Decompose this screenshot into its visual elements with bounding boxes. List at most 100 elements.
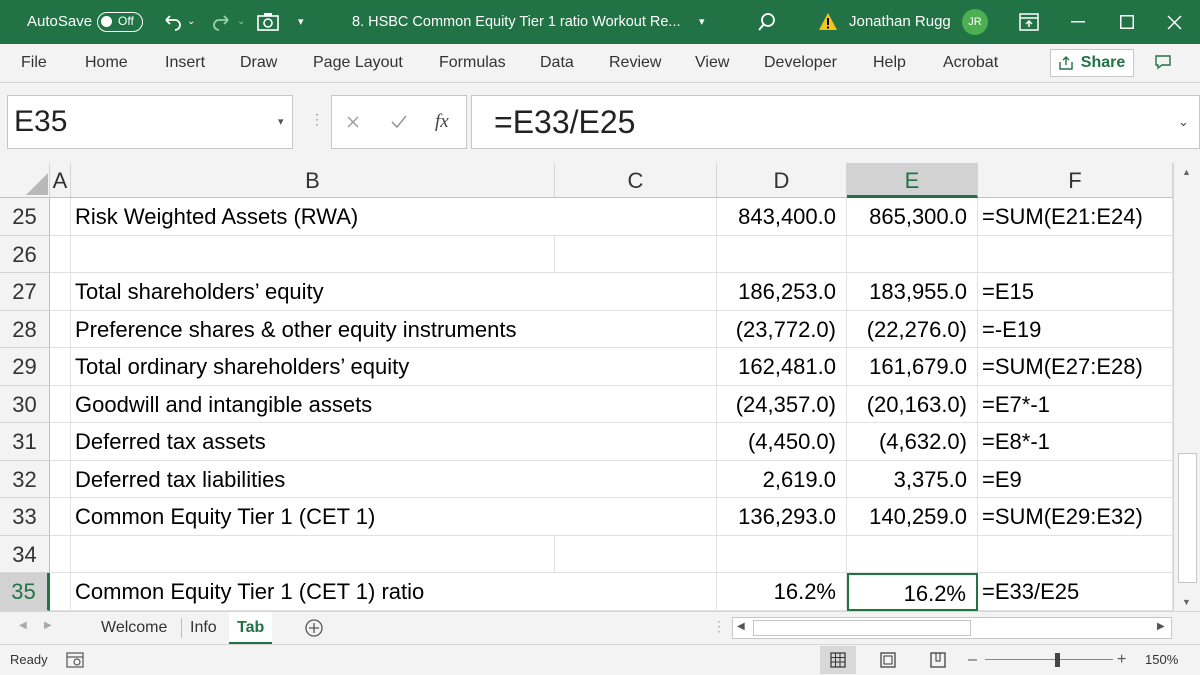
- cell-label[interactable]: Risk Weighted Assets (RWA): [71, 198, 717, 236]
- cell-value[interactable]: [717, 235, 847, 273]
- row-header[interactable]: 31: [0, 423, 50, 461]
- cell-value[interactable]: (23,772.0): [717, 310, 847, 348]
- redo-dropdown-icon[interactable]: ⌄: [237, 0, 245, 44]
- avatar[interactable]: JR: [962, 9, 988, 35]
- menu-developer[interactable]: Developer: [764, 44, 837, 82]
- cell-formula-text[interactable]: =SUM(E29:E32): [978, 498, 1173, 536]
- cell[interactable]: [50, 460, 71, 498]
- scroll-right-icon[interactable]: ▶: [1157, 621, 1165, 632]
- row-header[interactable]: 34: [0, 535, 50, 573]
- row-header[interactable]: 33: [0, 498, 50, 536]
- row-header[interactable]: 32: [0, 460, 50, 498]
- tab-split-handle-icon[interactable]: ⋮: [712, 618, 726, 635]
- cell-value[interactable]: [847, 235, 978, 273]
- macro-record-icon[interactable]: [66, 652, 84, 668]
- scroll-up-icon[interactable]: ▲: [1182, 167, 1191, 177]
- menu-review[interactable]: Review: [609, 44, 661, 82]
- cell-value[interactable]: 16.2%: [717, 573, 847, 611]
- title-dropdown-icon[interactable]: ▾: [699, 0, 705, 44]
- cell-formula-text[interactable]: =E8*-1: [978, 423, 1173, 461]
- cell-label[interactable]: Total ordinary shareholders’ equity: [71, 348, 717, 386]
- redo-icon[interactable]: [210, 10, 234, 34]
- cell-value[interactable]: [717, 535, 847, 573]
- normal-view-icon[interactable]: [830, 652, 846, 668]
- cancel-icon[interactable]: [346, 115, 360, 129]
- row-header[interactable]: 30: [0, 385, 50, 423]
- user-name[interactable]: Jonathan Rugg: [849, 0, 951, 44]
- cell[interactable]: [50, 273, 71, 311]
- enter-icon[interactable]: [390, 114, 408, 130]
- cell-label[interactable]: Common Equity Tier 1 (CET 1): [71, 498, 717, 536]
- cell-formula-text[interactable]: =-E19: [978, 310, 1173, 348]
- sheet-tab-info[interactable]: Info: [190, 612, 217, 644]
- cell-value[interactable]: 3,375.0: [847, 460, 978, 498]
- cell[interactable]: [50, 385, 71, 423]
- cell[interactable]: [50, 198, 71, 236]
- select-all-corner[interactable]: [0, 163, 50, 198]
- share-button[interactable]: Share: [1050, 49, 1134, 77]
- cell[interactable]: [50, 310, 71, 348]
- document-title[interactable]: 8. HSBC Common Equity Tier 1 ratio Worko…: [352, 0, 681, 44]
- active-cell[interactable]: 16.2%: [847, 573, 978, 611]
- zoom-slider-track[interactable]: [985, 659, 1113, 660]
- cell-label[interactable]: Goodwill and intangible assets: [71, 385, 717, 423]
- cell-value[interactable]: 183,955.0: [847, 273, 978, 311]
- cell-value[interactable]: (24,357.0): [717, 385, 847, 423]
- vertical-scrollbar[interactable]: ▲ ▼: [1173, 163, 1200, 611]
- row-header[interactable]: 28: [0, 310, 50, 348]
- name-box-dropdown-icon[interactable]: ▾: [278, 96, 284, 148]
- scroll-left-icon[interactable]: ◀: [737, 621, 745, 632]
- minimize-icon[interactable]: [1071, 21, 1085, 23]
- cell-value[interactable]: [847, 535, 978, 573]
- add-sheet-icon[interactable]: [305, 619, 323, 637]
- cell-label[interactable]: Preference shares & other equity instrum…: [71, 310, 717, 348]
- column-header-f[interactable]: F: [978, 163, 1173, 198]
- column-header-a[interactable]: A: [50, 163, 71, 198]
- menu-acrobat[interactable]: Acrobat: [943, 44, 998, 82]
- cell-value[interactable]: 161,679.0: [847, 348, 978, 386]
- zoom-slider-thumb[interactable]: [1055, 653, 1060, 667]
- row-header[interactable]: 35: [0, 573, 50, 611]
- cell[interactable]: [555, 235, 717, 273]
- undo-dropdown-icon[interactable]: ⌄: [187, 0, 195, 44]
- cell[interactable]: [50, 235, 71, 273]
- cell-label[interactable]: [71, 235, 555, 273]
- sheet-tab-welcome[interactable]: Welcome: [101, 612, 167, 644]
- menu-file[interactable]: File: [21, 44, 47, 82]
- page-layout-view-icon[interactable]: [880, 652, 896, 668]
- next-sheet-icon[interactable]: ▶: [44, 620, 52, 631]
- customize-toolbar-icon[interactable]: ▾: [298, 0, 304, 44]
- cell-label[interactable]: Deferred tax liabilities: [71, 460, 717, 498]
- menu-insert[interactable]: Insert: [165, 44, 205, 82]
- column-header-b[interactable]: B: [71, 163, 555, 198]
- cell-formula-text[interactable]: =SUM(E27:E28): [978, 348, 1173, 386]
- cell[interactable]: [50, 535, 71, 573]
- menu-help[interactable]: Help: [873, 44, 906, 82]
- cell-formula-text[interactable]: =E33/E25: [978, 573, 1173, 611]
- horizontal-scrollbar[interactable]: ◀ ▶: [732, 617, 1172, 639]
- search-icon[interactable]: [756, 11, 778, 33]
- row-header[interactable]: 26: [0, 235, 50, 273]
- cell-formula-text[interactable]: =E9: [978, 460, 1173, 498]
- cell[interactable]: [555, 535, 717, 573]
- cell-label[interactable]: Total shareholders’ equity: [71, 273, 717, 311]
- column-header-d[interactable]: D: [717, 163, 847, 198]
- cell-formula-text[interactable]: =E7*-1: [978, 385, 1173, 423]
- cell-formula-text[interactable]: [978, 235, 1173, 273]
- menu-view[interactable]: View: [695, 44, 729, 82]
- row-header[interactable]: 25: [0, 198, 50, 236]
- column-header-c[interactable]: C: [555, 163, 717, 198]
- formula-input[interactable]: =E33/E25 ⌄: [471, 95, 1200, 149]
- insert-function-icon[interactable]: fx: [435, 96, 449, 148]
- ribbon-display-icon[interactable]: [1019, 13, 1039, 31]
- cell-formula-text[interactable]: [978, 535, 1173, 573]
- maximize-icon[interactable]: [1120, 15, 1134, 29]
- cell[interactable]: [50, 423, 71, 461]
- menu-page-layout[interactable]: Page Layout: [313, 44, 403, 82]
- cell-value[interactable]: (22,276.0): [847, 310, 978, 348]
- cell-formula-text[interactable]: =E15: [978, 273, 1173, 311]
- camera-icon[interactable]: [256, 11, 280, 33]
- cell-value[interactable]: 2,619.0: [717, 460, 847, 498]
- cell-value[interactable]: 162,481.0: [717, 348, 847, 386]
- menu-draw[interactable]: Draw: [240, 44, 277, 82]
